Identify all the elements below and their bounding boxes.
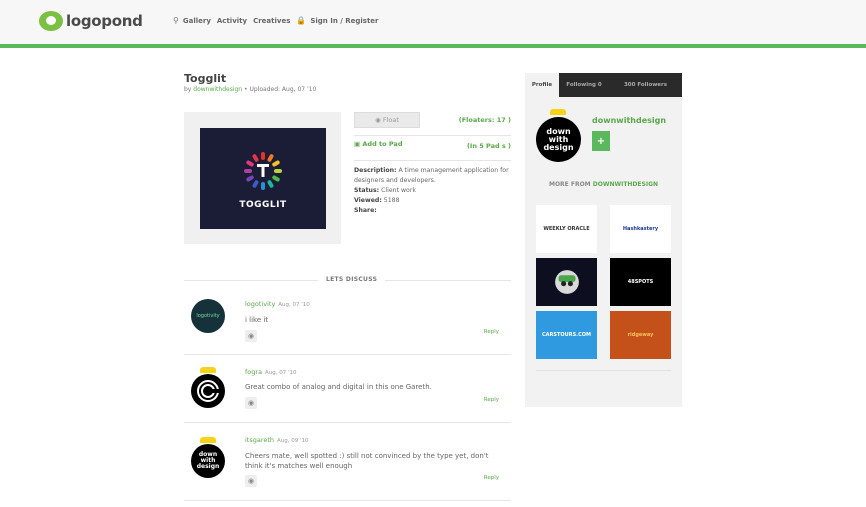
comment-divider xyxy=(184,500,511,501)
tab-following[interactable]: Following 0 xyxy=(559,73,609,97)
related-logo-thumb[interactable]: ridgeway xyxy=(610,311,671,359)
logo-artwork[interactable]: TOGGLIT xyxy=(200,128,326,229)
reply-link[interactable]: Reply xyxy=(484,329,499,335)
divider xyxy=(354,160,511,161)
comment-user[interactable]: fogra Aug, 07 '10 xyxy=(245,368,297,376)
header-accent-line xyxy=(0,44,866,48)
globe-icon: ◉ xyxy=(375,116,383,124)
author-link[interactable]: downwithdesign xyxy=(193,86,242,93)
crown-icon xyxy=(550,109,566,115)
related-logo-thumb[interactable]: WEEKLY ORACLE xyxy=(536,205,597,253)
sidebar-divider xyxy=(536,370,671,371)
comment-date: Aug, 07 '10 xyxy=(265,370,297,376)
comment-text: Cheers mate, well spotted :) still not c… xyxy=(245,452,489,470)
comment-user[interactable]: logotivity Aug, 07 '10 xyxy=(245,300,310,308)
logo-image-frame: TOGGLIT xyxy=(184,112,341,244)
main-nav: ⚲ Gallery Activity Creatives 🔒 Sign In /… xyxy=(173,16,385,25)
comment-item: down with design itsgareth Aug, 09 '10 Ch… xyxy=(184,424,511,504)
floaters-count[interactable]: (Floaters: 17 ) xyxy=(440,116,511,124)
comment-item: fogra Aug, 07 '10 Great combo of analog a… xyxy=(184,356,511,424)
more-from-heading: MORE FROM DOWNWITHDESIGN xyxy=(548,181,659,188)
more-from-user-link[interactable]: DOWNWITHDESIGN xyxy=(593,181,658,188)
avatar[interactable]: down with design xyxy=(191,444,225,478)
viewed-count: 5188 xyxy=(383,197,400,204)
crown-icon xyxy=(200,437,216,443)
page-title: Togglit xyxy=(184,72,227,85)
logo-details: Description: A time management applicati… xyxy=(354,167,509,214)
follow-button[interactable]: + xyxy=(592,131,610,151)
togglit-mark-icon xyxy=(244,152,282,190)
tab-profile[interactable]: Profile xyxy=(525,73,559,97)
comment-date: Aug, 09 '10 xyxy=(277,438,309,444)
comment-text: Great combo of analog and digital in thi… xyxy=(245,383,432,391)
status-value: Client work xyxy=(381,187,416,194)
related-logo-thumb[interactable]: Hashkastery xyxy=(610,205,671,253)
reply-link[interactable]: Reply xyxy=(484,475,499,481)
in-pads-count[interactable]: (In 5 Pad s ) xyxy=(440,142,511,150)
profile-name[interactable]: downwithdesign xyxy=(592,116,666,125)
globe-icon[interactable]: ◉ xyxy=(245,475,257,487)
nav-creatives[interactable]: Creatives xyxy=(253,17,290,25)
avatar[interactable] xyxy=(191,374,225,408)
related-logo-thumb[interactable] xyxy=(536,258,597,306)
byline: by downwithdesign • Uploaded: Aug, 07 '1… xyxy=(184,86,317,93)
divider xyxy=(354,135,511,136)
profile-tabs: Profile Following 0 300 Followers xyxy=(525,73,682,97)
related-logo-thumb[interactable]: 48SPOTS xyxy=(610,258,671,306)
related-logo-thumb[interactable]: CARSTOURS.COM xyxy=(536,311,597,359)
comment-user[interactable]: itsgareth Aug, 09 '10 xyxy=(245,436,309,444)
comment-text: i like it xyxy=(245,316,269,324)
globe-icon[interactable]: ◉ xyxy=(245,397,257,409)
site-logo[interactable]: logopond xyxy=(39,10,143,32)
comment-divider xyxy=(184,422,511,423)
globe-icon[interactable]: ◉ xyxy=(245,330,257,342)
search-icon[interactable]: ⚲ xyxy=(173,16,179,25)
character-illustration-icon xyxy=(554,270,579,294)
reply-link[interactable]: Reply xyxy=(484,397,499,403)
share-label: Share: xyxy=(354,207,377,214)
nav-gallery[interactable]: Gallery xyxy=(183,17,211,25)
logopond-icon xyxy=(39,11,63,31)
crown-icon xyxy=(200,367,216,373)
discussion-heading: LETS DISCUSS xyxy=(318,276,386,283)
profile-avatar[interactable]: down with design xyxy=(536,117,581,162)
avatar[interactable]: logotivity xyxy=(191,299,225,333)
comment-date: Aug, 07 '10 xyxy=(278,302,310,308)
comment-item: logotivity logotivity Aug, 07 '10 i like … xyxy=(184,290,511,356)
comment-divider xyxy=(184,354,511,355)
float-button[interactable]: ◉ Float xyxy=(354,112,420,128)
nav-sign-in[interactable]: Sign In / Register xyxy=(310,17,378,25)
add-to-pad-button[interactable]: ▣ Add to Pad xyxy=(354,140,402,148)
artwork-wordmark: TOGGLIT xyxy=(239,200,287,210)
profile-sidebar: Profile Following 0 300 Followers down w… xyxy=(525,73,682,407)
tab-followers[interactable]: 300 Followers xyxy=(609,73,682,97)
logo-text: logopond xyxy=(66,12,143,30)
fogra-logo-icon xyxy=(197,380,219,402)
nav-activity[interactable]: Activity xyxy=(217,17,247,25)
lock-icon: 🔒 xyxy=(296,16,307,25)
